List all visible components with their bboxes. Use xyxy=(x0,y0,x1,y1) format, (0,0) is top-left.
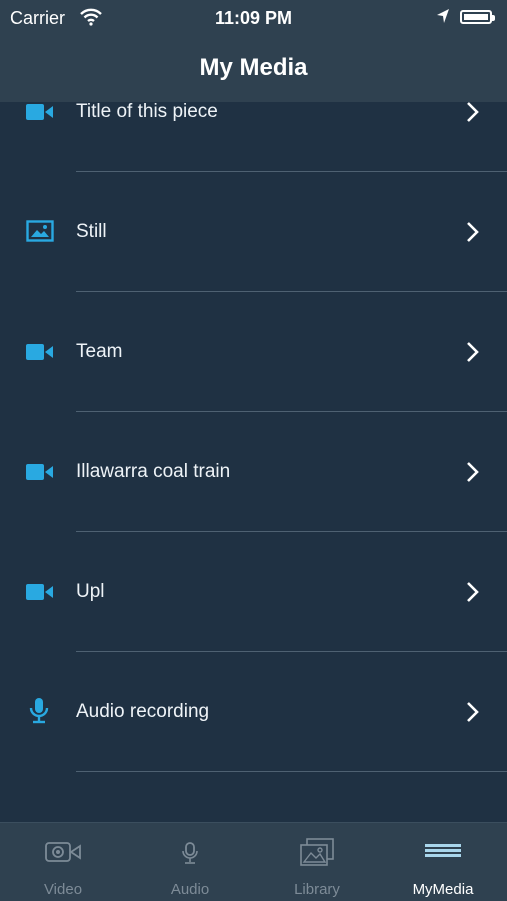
chevron-right-icon xyxy=(466,221,480,248)
navigation-bar: My Media xyxy=(0,38,507,102)
status-bar: Carrier 11:09 PM xyxy=(0,0,507,38)
item-label: Illawarra coal train xyxy=(76,461,231,482)
location-arrow-icon xyxy=(436,8,450,29)
video-camera-icon xyxy=(26,103,54,126)
tab-bar: Video Audio Library MyMedia xyxy=(0,822,507,901)
tab-audio[interactable]: Audio xyxy=(127,823,253,901)
media-list[interactable]: Title of this piece Still Team Illawarra xyxy=(0,102,507,822)
tab-mymedia[interactable]: MyMedia xyxy=(380,823,506,901)
tab-label: Video xyxy=(43,881,83,898)
microphone-icon xyxy=(182,842,198,864)
item-label: Still xyxy=(76,221,107,242)
tab-video[interactable]: Video xyxy=(0,823,126,901)
photo-library-icon xyxy=(300,838,334,866)
list-item[interactable]: Title of this piece xyxy=(0,102,507,172)
list-item[interactable]: Audio recording xyxy=(0,652,507,772)
chevron-right-icon xyxy=(466,581,480,608)
row-divider xyxy=(76,771,507,772)
video-camera-icon xyxy=(26,583,54,606)
page-title: My Media xyxy=(199,54,308,81)
item-label: Team xyxy=(76,341,123,362)
item-label: Upl xyxy=(76,581,105,602)
tab-label: Audio xyxy=(170,881,210,898)
list-item[interactable]: Still xyxy=(0,172,507,292)
tab-library[interactable]: Library xyxy=(254,823,380,901)
list-item[interactable]: Illawarra coal train xyxy=(0,412,507,532)
chevron-right-icon xyxy=(466,461,480,488)
video-camera-icon xyxy=(45,842,81,862)
microphone-icon xyxy=(29,697,49,730)
chevron-right-icon xyxy=(466,341,480,368)
chevron-right-icon xyxy=(466,102,480,128)
image-icon xyxy=(26,220,54,247)
item-label: Title of this piece xyxy=(76,102,218,122)
chevron-right-icon xyxy=(466,701,480,728)
tab-label: Library xyxy=(294,881,340,898)
tab-label: MyMedia xyxy=(412,881,474,898)
status-time: 11:09 PM xyxy=(214,8,293,28)
stack-icon xyxy=(425,844,461,857)
list-item[interactable]: Team xyxy=(0,292,507,412)
list-item[interactable]: Upl xyxy=(0,532,507,652)
item-label: Audio recording xyxy=(76,701,210,722)
battery-icon xyxy=(460,10,495,24)
video-camera-icon xyxy=(26,463,54,486)
video-camera-icon xyxy=(26,343,54,366)
